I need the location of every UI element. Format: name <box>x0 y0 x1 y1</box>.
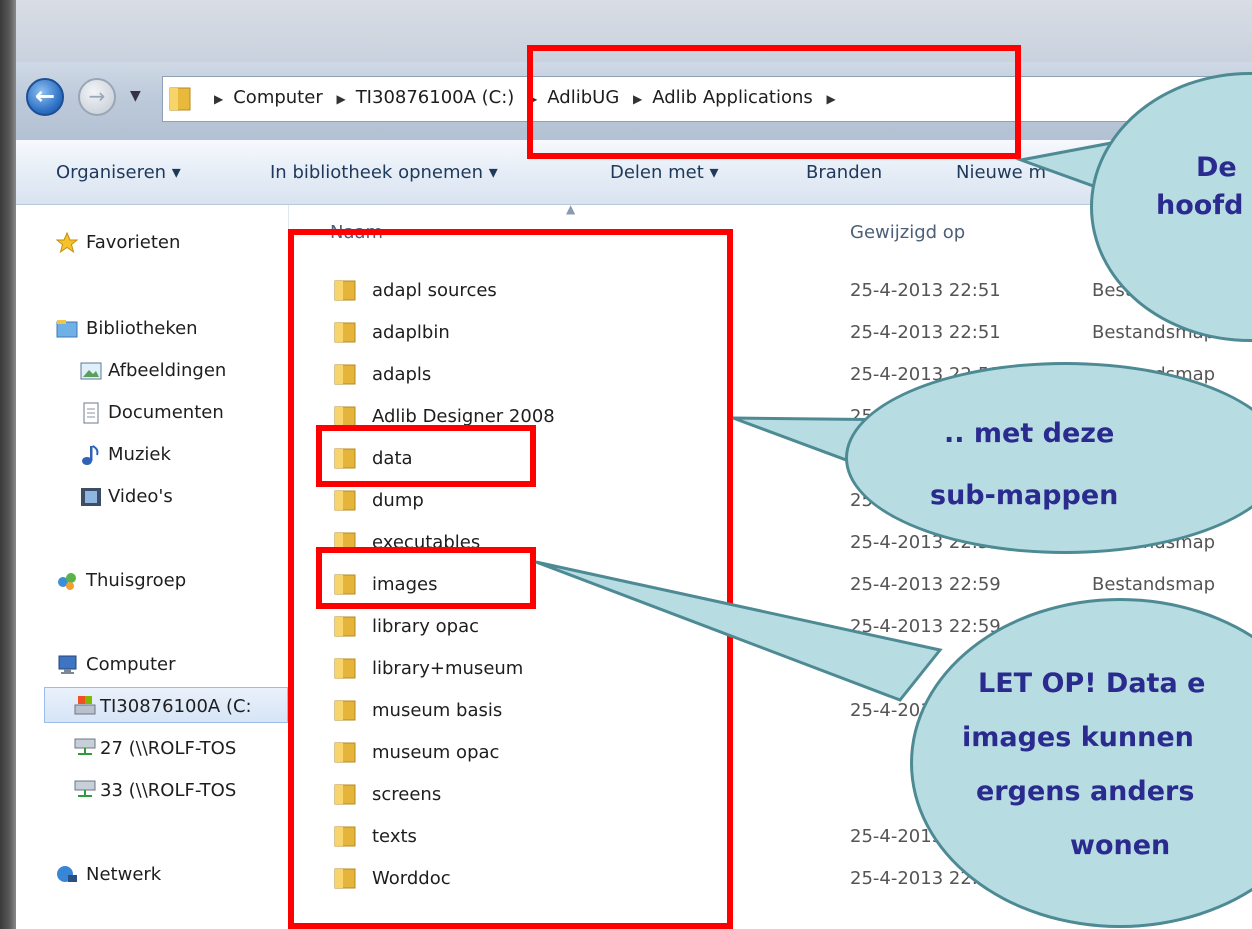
callout-middle-line1: .. met deze <box>944 418 1115 449</box>
callout-top-line1: De <box>1196 152 1237 183</box>
callout-bottom-line1: LET OP! Data e <box>978 668 1206 699</box>
callout-bottom-line4: wonen <box>1070 830 1171 861</box>
callout-bottom-line3: ergens anders <box>976 776 1195 807</box>
explorer-screenshot: ← → ▼ ▶ Computer ▶ TI30876100A (C:) ▶ Adlib… <box>0 0 1252 929</box>
callout-middle-line2: sub-mappen <box>930 480 1119 511</box>
callout-bottom-line2: images kunnen <box>962 722 1194 753</box>
callout-tail-bottom <box>535 560 943 702</box>
callout-top-line2: hoofd <box>1156 190 1244 221</box>
